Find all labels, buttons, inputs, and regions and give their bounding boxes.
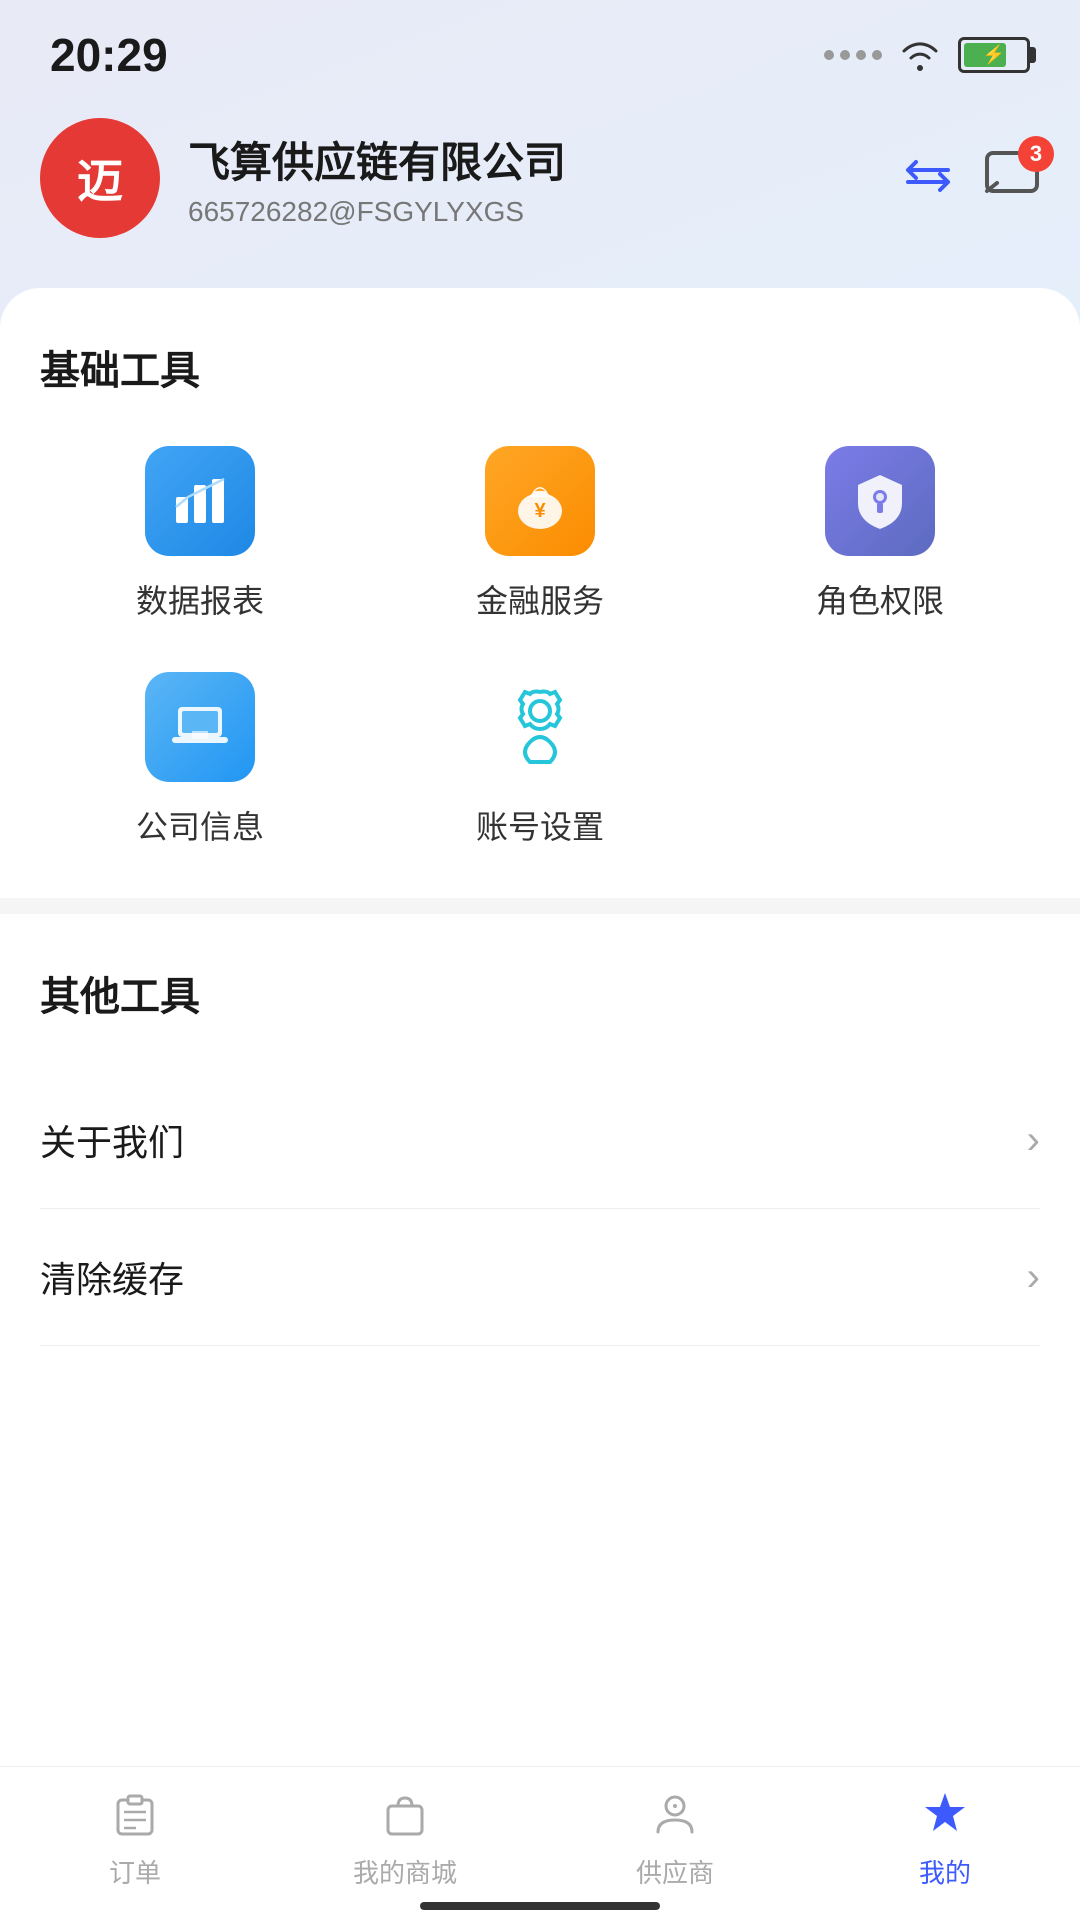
- basic-tools-row2: 公司信息 账号设置: [40, 672, 1040, 848]
- tool-account-settings[interactable]: 账号设置: [380, 672, 700, 848]
- shield-key-icon: [848, 469, 912, 533]
- money-bag-icon: ¥: [508, 469, 572, 533]
- tool-data-report[interactable]: 数据报表: [40, 446, 360, 622]
- account-settings-label: 账号设置: [476, 802, 604, 848]
- avatar: 迈: [40, 118, 160, 238]
- about-us-label: 关于我们: [40, 1114, 184, 1166]
- clear-cache-chevron: ›: [1027, 1255, 1040, 1300]
- tool-role-perm[interactable]: 角色权限: [720, 446, 1040, 622]
- shopping-bag-icon: [382, 1792, 428, 1838]
- wifi-icon: [898, 39, 942, 71]
- data-report-label: 数据报表: [136, 576, 264, 622]
- supplier-icon: [647, 1787, 703, 1843]
- account-settings-icon-bg: [485, 672, 595, 782]
- profile-section: 迈 飞算供应链有限公司 665726282@FSGYLYXGS 3: [0, 98, 1080, 288]
- empty-slot: [720, 672, 1040, 848]
- switch-button[interactable]: [902, 156, 954, 201]
- orders-label: 订单: [109, 1853, 161, 1890]
- data-report-icon-bg: [145, 446, 255, 556]
- company-info-label: 公司信息: [136, 802, 264, 848]
- orders-icon: [107, 1787, 163, 1843]
- clipboard-icon: [112, 1792, 158, 1838]
- message-badge: 3: [1018, 136, 1054, 172]
- role-perm-label: 角色权限: [816, 576, 944, 622]
- basic-tools-row1: 数据报表 ¥ 金融服务: [40, 446, 1040, 622]
- basic-tools-title: 基础工具: [40, 338, 1040, 396]
- profile-info: 飞算供应链有限公司 665726282@FSGYLYXGS: [188, 129, 874, 228]
- main-card: 基础工具 数据报表 ¥: [0, 288, 1080, 1788]
- section-divider: [0, 898, 1080, 914]
- about-us-item[interactable]: 关于我们 ›: [40, 1072, 1040, 1209]
- nav-my-mall[interactable]: 我的商城: [270, 1787, 540, 1890]
- avatar-text: 迈: [77, 145, 123, 211]
- company-name: 飞算供应链有限公司: [188, 129, 874, 190]
- supplier-label: 供应商: [636, 1853, 714, 1890]
- finance-icon-bg: ¥: [485, 446, 595, 556]
- clear-cache-label: 清除缓存: [40, 1251, 184, 1303]
- my-mall-icon: [377, 1787, 433, 1843]
- svg-text:¥: ¥: [534, 500, 546, 522]
- home-indicator: [420, 1902, 660, 1910]
- message-button[interactable]: 3: [984, 150, 1040, 207]
- tool-company-info[interactable]: 公司信息: [40, 672, 360, 848]
- mine-icon: [917, 1787, 973, 1843]
- nav-mine[interactable]: 我的: [810, 1787, 1080, 1890]
- bottom-nav: 订单 我的商城 供应商 我的: [0, 1766, 1080, 1920]
- header-actions: 3: [902, 150, 1040, 207]
- signal-dots-icon: [824, 50, 882, 60]
- role-perm-icon-bg: [825, 446, 935, 556]
- nav-supplier[interactable]: 供应商: [540, 1787, 810, 1890]
- status-bar: 20:29 ⚡: [0, 0, 1080, 98]
- tool-finance[interactable]: ¥ 金融服务: [380, 446, 700, 622]
- other-tools-title: 其他工具: [40, 964, 1040, 1022]
- bar-chart-icon: [168, 469, 232, 533]
- clear-cache-item[interactable]: 清除缓存 ›: [40, 1209, 1040, 1346]
- nav-orders[interactable]: 订单: [0, 1787, 270, 1890]
- about-us-chevron: ›: [1027, 1118, 1040, 1163]
- my-mall-label: 我的商城: [353, 1853, 457, 1890]
- laptop-icon: [168, 695, 232, 759]
- status-time: 20:29: [50, 28, 168, 82]
- person-icon: [652, 1792, 698, 1838]
- gear-icon: [485, 672, 595, 782]
- status-icons: ⚡: [824, 37, 1030, 73]
- finance-label: 金融服务: [476, 576, 604, 622]
- battery-icon: ⚡: [958, 37, 1030, 73]
- mine-label: 我的: [919, 1853, 971, 1890]
- company-id: 665726282@FSGYLYXGS: [188, 196, 874, 228]
- company-info-icon-bg: [145, 672, 255, 782]
- star-icon: [919, 1789, 971, 1841]
